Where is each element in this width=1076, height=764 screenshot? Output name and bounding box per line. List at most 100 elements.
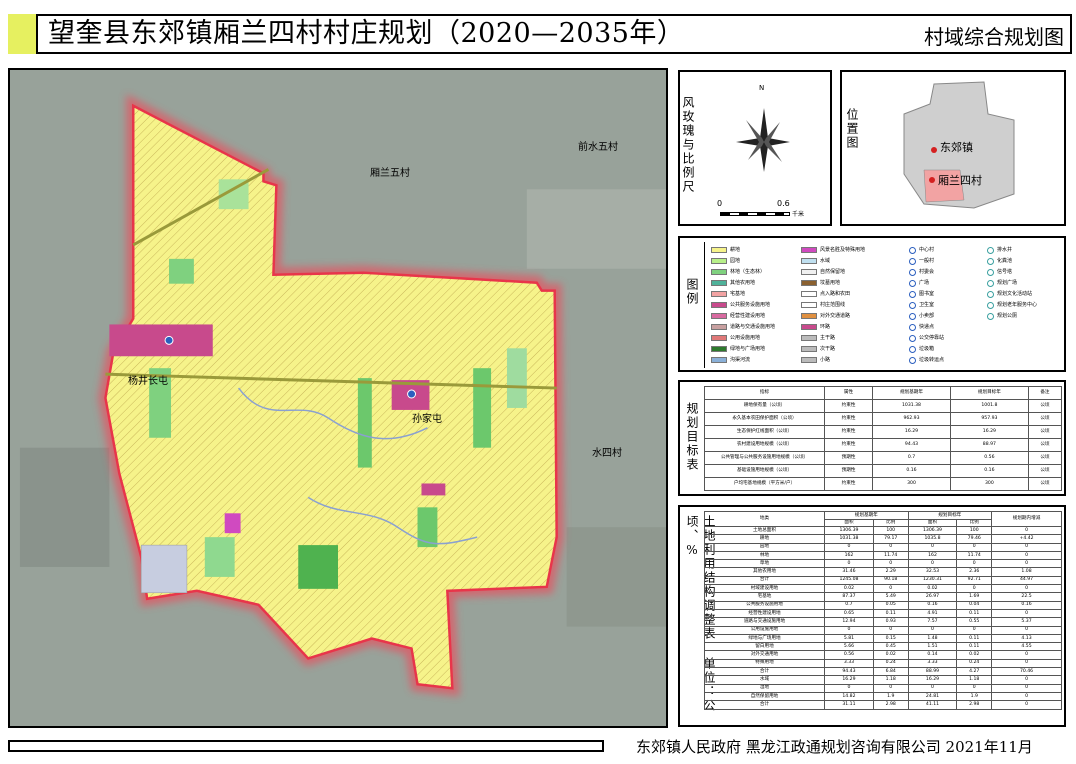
legend-label: 环路 bbox=[820, 324, 831, 330]
table-cell: 94.43 bbox=[872, 438, 951, 452]
forest-patch bbox=[473, 368, 492, 448]
table-cell: 合计 bbox=[704, 667, 825, 677]
table-cell: 公用设施用地 bbox=[704, 625, 825, 635]
main-map[interactable]: 厢兰五村 前水五村 水四村 杨井长屯 孙家屯 bbox=[8, 68, 668, 728]
table-cell: 1.51 bbox=[907, 642, 958, 652]
table-cell: 自然保留用地 bbox=[704, 691, 825, 702]
legend-item: 坟墓用地 bbox=[801, 279, 840, 287]
legend-symbol-icon bbox=[909, 301, 916, 309]
table-cell: 0 bbox=[991, 625, 1062, 635]
legend-label: 图书室 bbox=[919, 291, 935, 297]
table-cell: 1306.39 bbox=[824, 525, 874, 536]
table-cell: 1001.8 bbox=[949, 399, 1029, 413]
legend-symbol-icon bbox=[987, 257, 994, 265]
table-cell: 0 bbox=[824, 542, 874, 552]
table-cell: 合计 bbox=[704, 700, 825, 710]
table-cell: 水域 bbox=[704, 675, 825, 685]
table-cell: 约束性 bbox=[823, 399, 874, 413]
table-cell: 22.5 bbox=[991, 592, 1062, 602]
legend-item: 宅基地 bbox=[711, 290, 745, 298]
table-cell: 1.69 bbox=[956, 592, 993, 602]
table-cell: 88.97 bbox=[949, 438, 1029, 452]
legend-item: 自然保留地 bbox=[801, 268, 845, 276]
table-header-cell: 备注 bbox=[1027, 386, 1063, 400]
legend-symbol-icon bbox=[909, 246, 916, 254]
legend-swatch bbox=[711, 313, 727, 319]
table-row: 林地 162 11.74 162 11.74 0 bbox=[704, 550, 1062, 561]
table-cell: 0 bbox=[991, 608, 1062, 619]
legend-label: 规划老年服务中心 bbox=[997, 302, 1038, 308]
legend-item: 垃圾箱 bbox=[909, 345, 934, 353]
legend-item: 主干路 bbox=[801, 334, 835, 342]
table-cell: 0 bbox=[956, 542, 993, 552]
table-cell: 湿地 bbox=[704, 683, 825, 693]
table-cell: 88.99 bbox=[907, 667, 958, 677]
table-cell: 26.97 bbox=[907, 592, 958, 602]
table-cell: 户均宅基地规模（平方米/户） bbox=[704, 477, 825, 491]
forest-patch bbox=[298, 545, 338, 589]
table-header-cell: 属性 bbox=[823, 386, 874, 400]
legend-item: 水域 bbox=[801, 257, 830, 265]
table-header-cell: 规划目标年 bbox=[949, 386, 1029, 400]
legend-item: 化粪池 bbox=[987, 257, 1012, 265]
legend-item: 风景名胜及特殊用地 bbox=[801, 246, 865, 254]
table-header-cell: 指标 bbox=[704, 386, 825, 400]
legend-label: 中心村 bbox=[919, 247, 935, 253]
table-cell: 31.46 bbox=[824, 567, 874, 577]
table-cell: 公顷 bbox=[1027, 412, 1063, 426]
table-cell: 2.98 bbox=[872, 700, 909, 710]
legend-swatch bbox=[801, 346, 817, 352]
table-row: 公用设施用地 0 0 0 0 0 bbox=[704, 625, 1062, 635]
table-row: 留白用地 5.66 0.45 1.51 0.11 4.55 bbox=[704, 642, 1062, 652]
industrial-area bbox=[140, 544, 188, 594]
table-cell: 0 bbox=[991, 658, 1062, 669]
table-cell: 0.93 bbox=[872, 617, 909, 627]
legend-label: 园地 bbox=[730, 258, 741, 264]
legend-item: 点入路和农田 bbox=[801, 290, 850, 298]
table-cell: 土地总面积 bbox=[704, 525, 825, 536]
forest-patch bbox=[169, 258, 194, 284]
table-cell: 0 bbox=[956, 683, 993, 693]
table-cell: 1031.38 bbox=[872, 399, 951, 413]
table-row: 农村建设用地规模（公顷） 约束性 94.43 88.97 公顷 bbox=[704, 438, 1063, 452]
table-cell: 0 bbox=[991, 550, 1062, 561]
table-cell: 0.14 bbox=[907, 650, 958, 660]
center-village-icon bbox=[164, 335, 174, 345]
table-header-cell: 规划基期年 bbox=[872, 386, 951, 400]
legend-label: 村委会 bbox=[919, 269, 935, 275]
legend-item: 垃圾转运点 bbox=[909, 356, 944, 364]
table-cell: 4.91 bbox=[907, 608, 958, 619]
table-row: 耕地保有量（公顷） 约束性 1031.38 1001.8 公顷 bbox=[704, 399, 1063, 413]
legend-swatch bbox=[711, 335, 727, 341]
table-cell: 0.02 bbox=[907, 584, 958, 594]
legend-label: 排水井 bbox=[997, 247, 1013, 253]
table-cell: 经营性建设用地 bbox=[704, 608, 825, 619]
table-cell: 11.74 bbox=[872, 550, 909, 561]
table-cell: 0.24 bbox=[872, 658, 909, 669]
table-cell: 0.11 bbox=[872, 608, 909, 619]
table-cell: 962.93 bbox=[872, 412, 951, 426]
table-cell: 基础设施用地规模（公顷） bbox=[704, 464, 825, 478]
legend-label: 水域 bbox=[820, 258, 831, 264]
table-cell: 2.29 bbox=[872, 567, 909, 577]
table-cell: 公顷 bbox=[1027, 399, 1063, 413]
table-cell: 0 bbox=[956, 584, 993, 594]
table-cell: 预期性 bbox=[823, 451, 874, 465]
table-cell: 1.9 bbox=[872, 691, 909, 702]
legend-swatch bbox=[801, 324, 817, 330]
table-row: 草地 0 0 0 0 0 bbox=[704, 559, 1062, 569]
table-cell: 100 bbox=[956, 525, 993, 536]
table-cell: 12.94 bbox=[824, 617, 874, 627]
map-type-label: 村域综合规划图 bbox=[924, 25, 1064, 49]
table-cell: 0 bbox=[907, 559, 958, 569]
location-title: 位置图 bbox=[845, 108, 859, 150]
legend-swatch bbox=[711, 291, 727, 297]
north-label: N bbox=[759, 84, 765, 92]
legend-symbol-icon bbox=[909, 268, 916, 276]
legend-item: 耕地 bbox=[711, 246, 740, 254]
table-cell: 24.81 bbox=[907, 691, 958, 702]
legend-item: 环路 bbox=[801, 323, 830, 331]
legend-body: 耕地 园地 林地（生态林） 其他农用地 宅基地 公共服务设施用地 经营性建设用地 道路与交通设… bbox=[704, 242, 1064, 368]
legend-label: 规划文化活动站 bbox=[997, 291, 1033, 297]
legend-swatch bbox=[711, 258, 727, 264]
